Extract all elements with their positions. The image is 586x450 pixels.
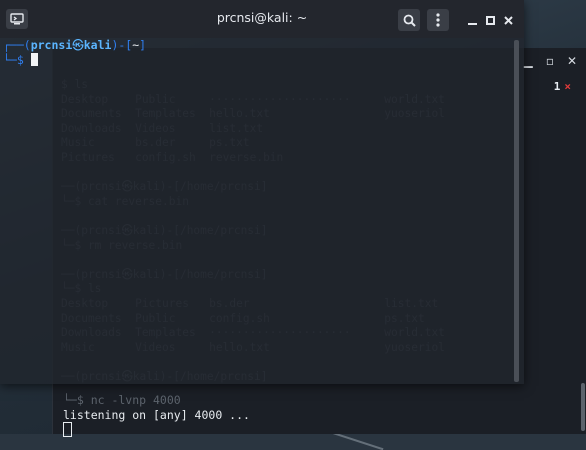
close-icon — [503, 15, 513, 25]
prompt-line2: └─$ — [3, 53, 31, 67]
prompt-skull-icon: ㉿ — [72, 38, 84, 52]
minimize-button[interactable] — [465, 13, 479, 27]
text-cursor — [30, 53, 38, 66]
terminal-content[interactable]: ┌──(prcnsi㉿kali)-[~] └─$ — [3, 38, 512, 384]
minimize-icon — [467, 22, 477, 25]
maximize-button[interactable] — [483, 13, 497, 27]
back-scrollbar[interactable] — [581, 383, 585, 431]
search-icon — [403, 14, 416, 27]
close-button[interactable] — [501, 13, 515, 27]
kebab-menu-icon — [436, 13, 440, 27]
front-terminal-window[interactable]: prcnsi@kali: ~ ┌──(prcnsi㉿kali)-[~] └─$ — [0, 0, 524, 384]
back-terminal-output: └─$ nc -lvnp 4000 listening on [any] 400… — [63, 393, 250, 439]
front-scrollbar[interactable] — [514, 40, 519, 382]
back-window-controls: ▁ ▫ ✕ — [521, 54, 579, 68]
listening-line: listening on [any] 4000 ... — [63, 407, 250, 422]
prompt-close: ] — [139, 38, 147, 52]
search-button[interactable] — [398, 9, 420, 31]
menu-button[interactable] — [427, 9, 449, 31]
command-line: └─$ nc -lvnp 4000 — [63, 393, 181, 407]
maximize-icon[interactable]: ▫ — [543, 54, 557, 68]
close-icon[interactable]: ✕ — [565, 54, 579, 68]
titlebar[interactable]: prcnsi@kali: ~ — [0, 0, 524, 38]
prompt-host: kali — [83, 38, 112, 52]
prompt-open: ┌──( — [3, 38, 31, 52]
maximize-icon — [485, 15, 495, 25]
prompt-user: prcnsi — [30, 38, 73, 52]
back-cursor — [63, 422, 72, 438]
prompt-mid: )-[ — [111, 38, 133, 52]
